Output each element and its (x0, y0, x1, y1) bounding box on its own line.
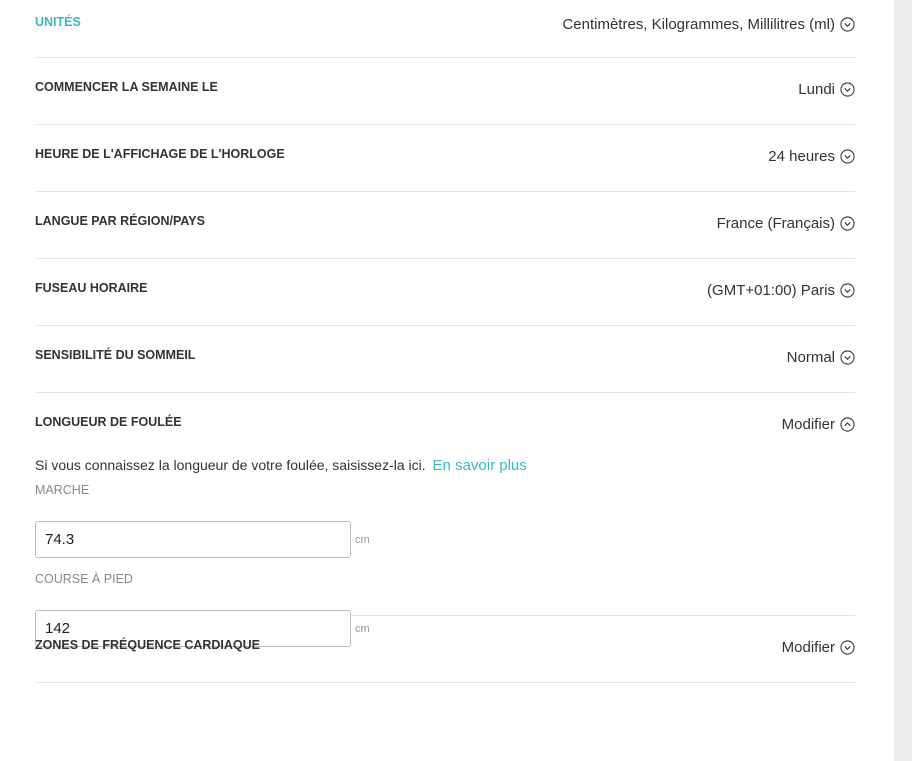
setting-week-start: COMMENCER LA SEMAINE LE Lundi (35, 58, 855, 125)
walk-unit: cm (355, 533, 370, 546)
setting-language: LANGUE PAR RÉGION/PAYS France (Français) (35, 192, 855, 259)
units-dropdown[interactable]: Centimètres, Kilogrammes, Millilitres (m… (562, 16, 855, 33)
setting-sleep-sensitivity: SENSIBILITÉ DU SOMMEIL Normal (35, 326, 855, 393)
chevron-down-circle-icon (840, 283, 855, 298)
chevron-down-circle-icon (840, 640, 855, 655)
setting-units: UNITÉS Centimètres, Kilogrammes, Millili… (35, 0, 855, 58)
sleep-label: SENSIBILITÉ DU SOMMEIL (35, 348, 196, 362)
sleep-value: Normal (786, 349, 835, 366)
chevron-down-circle-icon (840, 350, 855, 365)
heart-rate-label: ZONES DE FRÉQUENCE CARDIAQUE (35, 638, 261, 652)
chevron-up-circle-icon (840, 417, 855, 432)
stride-edit-label: Modifier (781, 416, 835, 433)
scrollbar-track[interactable] (894, 0, 912, 761)
language-value: France (Français) (716, 215, 835, 232)
timezone-value: (GMT+01:00) Paris (707, 282, 835, 299)
settings-panel: UNITÉS Centimètres, Kilogrammes, Millili… (35, 0, 855, 683)
setting-stride-length: LONGUEUR DE FOULÉE Modifier Si vous conn… (35, 393, 855, 647)
chevron-down-circle-icon (840, 82, 855, 97)
stride-label: LONGUEUR DE FOULÉE (35, 415, 182, 429)
setting-timezone: FUSEAU HORAIRE (GMT+01:00) Paris (35, 259, 855, 326)
clock-dropdown[interactable]: 24 heures (768, 148, 855, 165)
sleep-dropdown[interactable]: Normal (787, 349, 855, 366)
setting-clock: HEURE DE L'AFFICHAGE DE L'HORLOGE 24 heu… (35, 125, 855, 192)
language-dropdown[interactable]: France (Français) (717, 215, 855, 232)
learn-more-link[interactable]: En savoir plus (433, 457, 527, 474)
chevron-down-circle-icon (840, 149, 855, 164)
stride-help-text: Si vous connaissez la longueur de votre … (35, 457, 426, 473)
heart-rate-edit-label: Modifier (781, 639, 835, 656)
setting-heart-rate-zones: ZONES DE FRÉQUENCE CARDIAQUE Modifier (35, 616, 855, 683)
walk-stride-input[interactable] (35, 521, 351, 558)
stride-toggle[interactable]: Modifier (782, 416, 855, 433)
timezone-dropdown[interactable]: (GMT+01:00) Paris (707, 282, 855, 299)
walk-label: MARCHE (35, 483, 90, 497)
chevron-down-circle-icon (840, 17, 855, 32)
units-label: UNITÉS (35, 15, 81, 29)
week-start-label: COMMENCER LA SEMAINE LE (35, 80, 218, 94)
walk-field-group: cm (35, 521, 370, 558)
language-label: LANGUE PAR RÉGION/PAYS (35, 214, 205, 228)
chevron-down-circle-icon (840, 216, 855, 231)
clock-label: HEURE DE L'AFFICHAGE DE L'HORLOGE (35, 147, 285, 161)
heart-rate-toggle[interactable]: Modifier (782, 639, 855, 656)
week-start-value: Lundi (798, 81, 835, 98)
run-label: COURSE À PIED (35, 572, 133, 586)
stride-help: Si vous connaissez la longueur de votre … (35, 457, 527, 474)
units-value: Centimètres, Kilogrammes, Millilitres (m… (562, 16, 835, 33)
timezone-label: FUSEAU HORAIRE (35, 281, 148, 295)
week-start-dropdown[interactable]: Lundi (798, 81, 855, 98)
clock-value: 24 heures (768, 148, 835, 165)
